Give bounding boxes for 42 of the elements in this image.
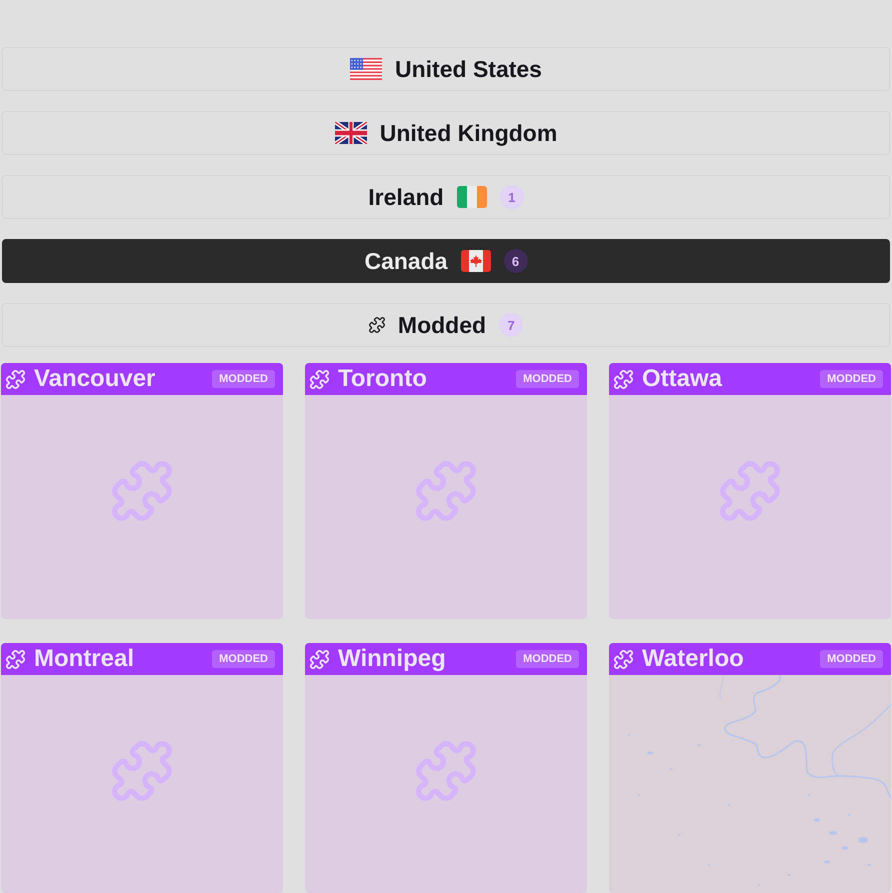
modded-badge: MODDED [212,370,275,388]
puzzle-piece-icon [112,461,172,521]
count-badge: 6 [504,249,528,273]
puzzle-piece-icon [416,461,476,521]
card-title: Ottawa [642,365,724,393]
city-card[interactable]: Winnipeg MODDED [305,643,587,893]
card-title: Winnipeg [338,645,447,673]
city-card[interactable]: Waterloo MODDED [609,643,891,893]
puzzle-piece-icon [720,461,780,521]
modded-badge: MODDED [820,650,883,668]
city-card[interactable]: Ottawa MODDED [609,363,891,619]
country-tab[interactable]: United States [2,47,890,91]
modded-badge: MODDED [212,650,275,668]
puzzle-piece-icon [368,317,385,333]
modded-badge: MODDED [516,650,579,668]
puzzle-piece-icon [416,741,476,801]
us-flag-icon [350,58,382,80]
puzzle-piece-icon [614,650,633,668]
puzzle-piece-icon [310,650,329,668]
country-tab[interactable]: Modded 7 [2,303,890,347]
card-title: Waterloo [642,645,745,673]
city-card[interactable]: Toronto MODDED [305,363,587,619]
canada-flag-icon [460,250,491,272]
puzzle-piece-icon [310,370,329,388]
city-card[interactable]: Montreal MODDED [1,643,283,893]
card-title: Montreal [34,645,136,673]
city-card[interactable]: Vancouver MODDED [1,363,283,619]
country-tab[interactable]: Canada 6 [2,239,890,283]
puzzle-piece-icon [6,370,25,388]
puzzle-piece-icon [614,370,633,388]
country-tab[interactable]: United Kingdom [2,111,890,155]
card-title: Toronto [338,365,428,393]
modded-badge: MODDED [516,370,579,388]
country-tab[interactable]: Ireland 1 [2,175,890,219]
uk-flag-icon [334,122,367,144]
card-title: Vancouver [34,365,156,393]
ireland-flag-icon [456,186,487,208]
puzzle-piece-icon [112,741,172,801]
count-badge: 1 [500,185,524,209]
modded-badge: MODDED [820,370,883,388]
puzzle-piece-icon [6,650,25,668]
count-badge: 7 [499,313,524,337]
